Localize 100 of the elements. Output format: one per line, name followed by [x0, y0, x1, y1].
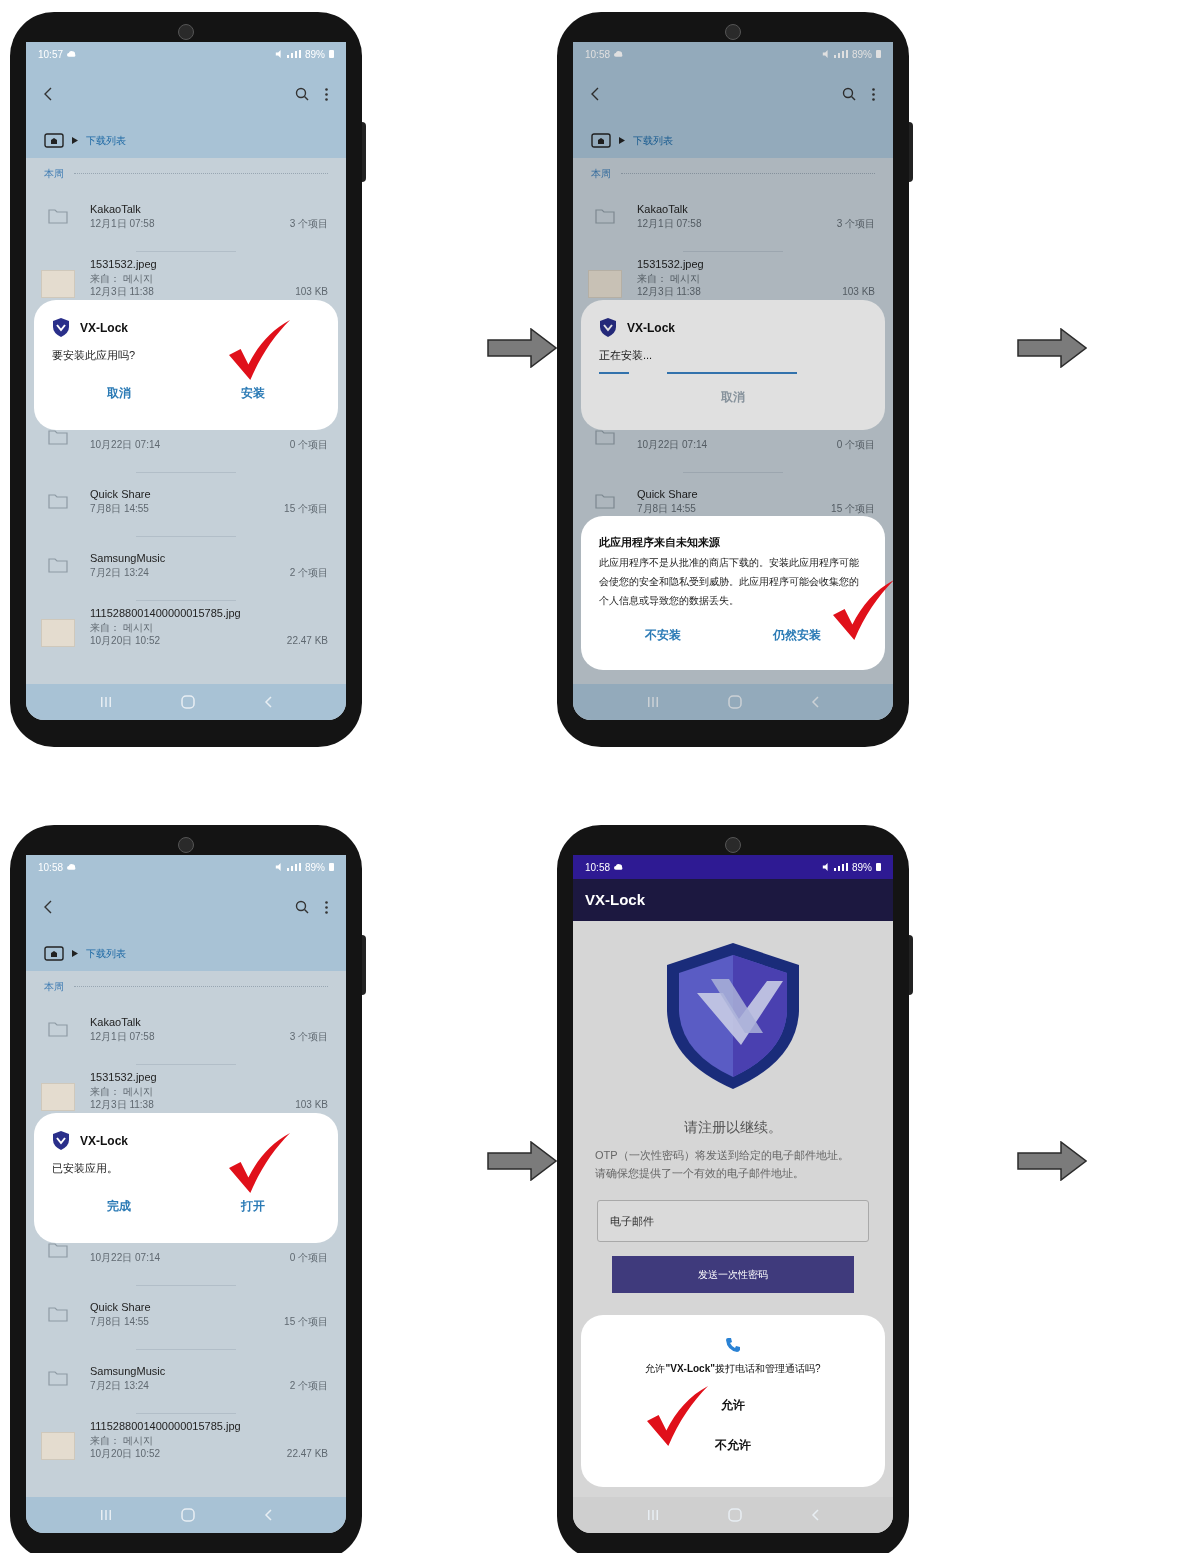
- file-size: 103 KB: [295, 1098, 328, 1111]
- dialog-message: 此应用程序不是从批准的商店下载的。安装此应用程序可能会使您的安全和隐私受到威胁。此应用程序可能会收集您的个人信息或导致您的数据丢失。: [599, 555, 860, 608]
- dialog-message: 已安装应用。: [52, 1161, 119, 1176]
- folder-icon: [595, 493, 615, 509]
- more-icon[interactable]: [325, 900, 328, 914]
- app-title: VX-Lock: [585, 889, 645, 910]
- phone-icon: [725, 1337, 741, 1353]
- breadcrumb-link[interactable]: 下载列表: [633, 132, 673, 148]
- battery-icon: [329, 863, 334, 871]
- folder-icon: [48, 1370, 68, 1386]
- status-time: 10:57: [38, 47, 64, 62]
- thumbnail-placeholder: [41, 270, 75, 298]
- dialog-title: 此应用程序来自未知来源: [599, 535, 721, 550]
- home-folder-icon[interactable]: [44, 945, 64, 961]
- file-name: 1531532.jpeg: [90, 1070, 158, 1085]
- right-arrow-icon: [1017, 328, 1087, 368]
- breadcrumb-link[interactable]: 下载列表: [86, 945, 126, 961]
- folder-icon: [595, 208, 615, 224]
- right-arrow-icon: [487, 328, 557, 368]
- thumbnail-placeholder: [588, 270, 622, 298]
- dialog-message: 要安装此应用吗?: [52, 348, 137, 363]
- dialog-button[interactable]: 安装: [231, 381, 275, 404]
- thumbnail-placeholder: [41, 1432, 75, 1460]
- search-icon[interactable]: [295, 87, 309, 101]
- info-text: OTP（一次性密码）将发送到给定的电子邮件地址。: [595, 1148, 849, 1163]
- cloud-icon: [67, 50, 77, 58]
- app-name: VX-Lock: [80, 319, 128, 337]
- back-icon[interactable]: [44, 87, 52, 101]
- file-size: 103 KB: [842, 285, 875, 298]
- file-name: KakaoTalk: [637, 202, 689, 217]
- status-time: 10:58: [38, 860, 64, 875]
- dialog-button[interactable]: 打开: [231, 1194, 275, 1217]
- signal-icon: [834, 863, 848, 871]
- more-icon[interactable]: [325, 87, 328, 101]
- file-name: 1115288001400000015785.jpg: [90, 606, 242, 621]
- file-size: 15 个项目: [284, 1315, 328, 1328]
- battery-level: 89%: [852, 860, 872, 875]
- dialog-button[interactable]: 仍然安装: [763, 623, 831, 646]
- file-size: 0 个项目: [289, 438, 328, 451]
- search-icon[interactable]: [842, 87, 856, 101]
- file-date: 12月1日 07:58: [90, 217, 155, 230]
- shield-icon: [52, 1131, 70, 1150]
- file-source: 来自： 메시지: [90, 1434, 154, 1447]
- mute-icon: [275, 50, 283, 58]
- file-source: 来自： 메시지: [637, 272, 701, 285]
- file-name: Quick Share: [637, 487, 699, 502]
- mute-icon: [822, 863, 830, 871]
- battery-level: 89%: [305, 860, 325, 875]
- file-name: 1115288001400000015785.jpg: [90, 1419, 242, 1434]
- signal-icon: [287, 863, 301, 871]
- dialog-button[interactable]: 完成: [97, 1194, 141, 1217]
- right-arrow-icon: [487, 1141, 557, 1181]
- file-date: 12月1日 07:58: [90, 1030, 155, 1043]
- file-size: 0 个项目: [836, 438, 875, 451]
- signal-icon: [834, 50, 848, 58]
- file-size: 2 个项目: [289, 1379, 328, 1392]
- file-name: KakaoTalk: [90, 1015, 142, 1030]
- battery-level: 89%: [852, 47, 872, 62]
- file-date: 7月8日 14:55: [90, 502, 149, 515]
- more-icon[interactable]: [872, 87, 875, 101]
- email-field[interactable]: 电子邮件: [597, 1200, 869, 1242]
- folder-icon: [48, 208, 68, 224]
- file-name: 1531532.jpeg: [90, 257, 158, 272]
- dialog-button[interactable]: 取消: [97, 381, 141, 404]
- back-icon[interactable]: [591, 87, 599, 101]
- dialog-message: 正在安装...: [599, 348, 654, 363]
- file-size: 103 KB: [295, 285, 328, 298]
- triangle-icon: [72, 136, 78, 144]
- section-header: 本周: [44, 979, 64, 994]
- file-name: Quick Share: [90, 1300, 152, 1315]
- send-otp-button[interactable]: 发送一次性密码: [612, 1256, 854, 1293]
- back-icon[interactable]: [44, 900, 52, 914]
- file-date: 12月3日 11:38: [90, 285, 154, 298]
- file-source: 来自： 메시지: [90, 621, 154, 634]
- triangle-icon: [619, 136, 625, 144]
- status-time: 10:58: [585, 860, 611, 875]
- file-name: SamsungMusic: [90, 551, 167, 566]
- search-icon[interactable]: [295, 900, 309, 914]
- thumbnail-placeholder: [41, 1083, 75, 1111]
- file-date: 10月20日 10:52: [90, 634, 161, 647]
- home-folder-icon[interactable]: [591, 132, 611, 148]
- dialog-button[interactable]: 不安装: [635, 623, 691, 646]
- home-folder-icon[interactable]: [44, 132, 64, 148]
- breadcrumb-link[interactable]: 下载列表: [86, 132, 126, 148]
- camera-icon: [178, 24, 194, 40]
- file-date: 10月22日 07:14: [90, 438, 161, 451]
- cloud-icon: [614, 50, 624, 58]
- file-date: 12月3日 11:38: [637, 285, 701, 298]
- dialog-button[interactable]: 允许: [711, 1394, 755, 1416]
- folder-icon: [48, 429, 68, 445]
- shield-icon: [52, 318, 70, 337]
- status-time: 10:58: [585, 47, 611, 62]
- file-name: KakaoTalk: [90, 202, 142, 217]
- file-size: 22.47 KB: [286, 634, 328, 647]
- app-name: VX-Lock: [627, 319, 675, 337]
- cloud-icon: [67, 863, 77, 871]
- folder-icon: [48, 493, 68, 509]
- thumbnail-placeholder: [41, 619, 75, 647]
- mute-icon: [822, 50, 830, 58]
- dialog-button[interactable]: 不允许: [705, 1434, 761, 1456]
